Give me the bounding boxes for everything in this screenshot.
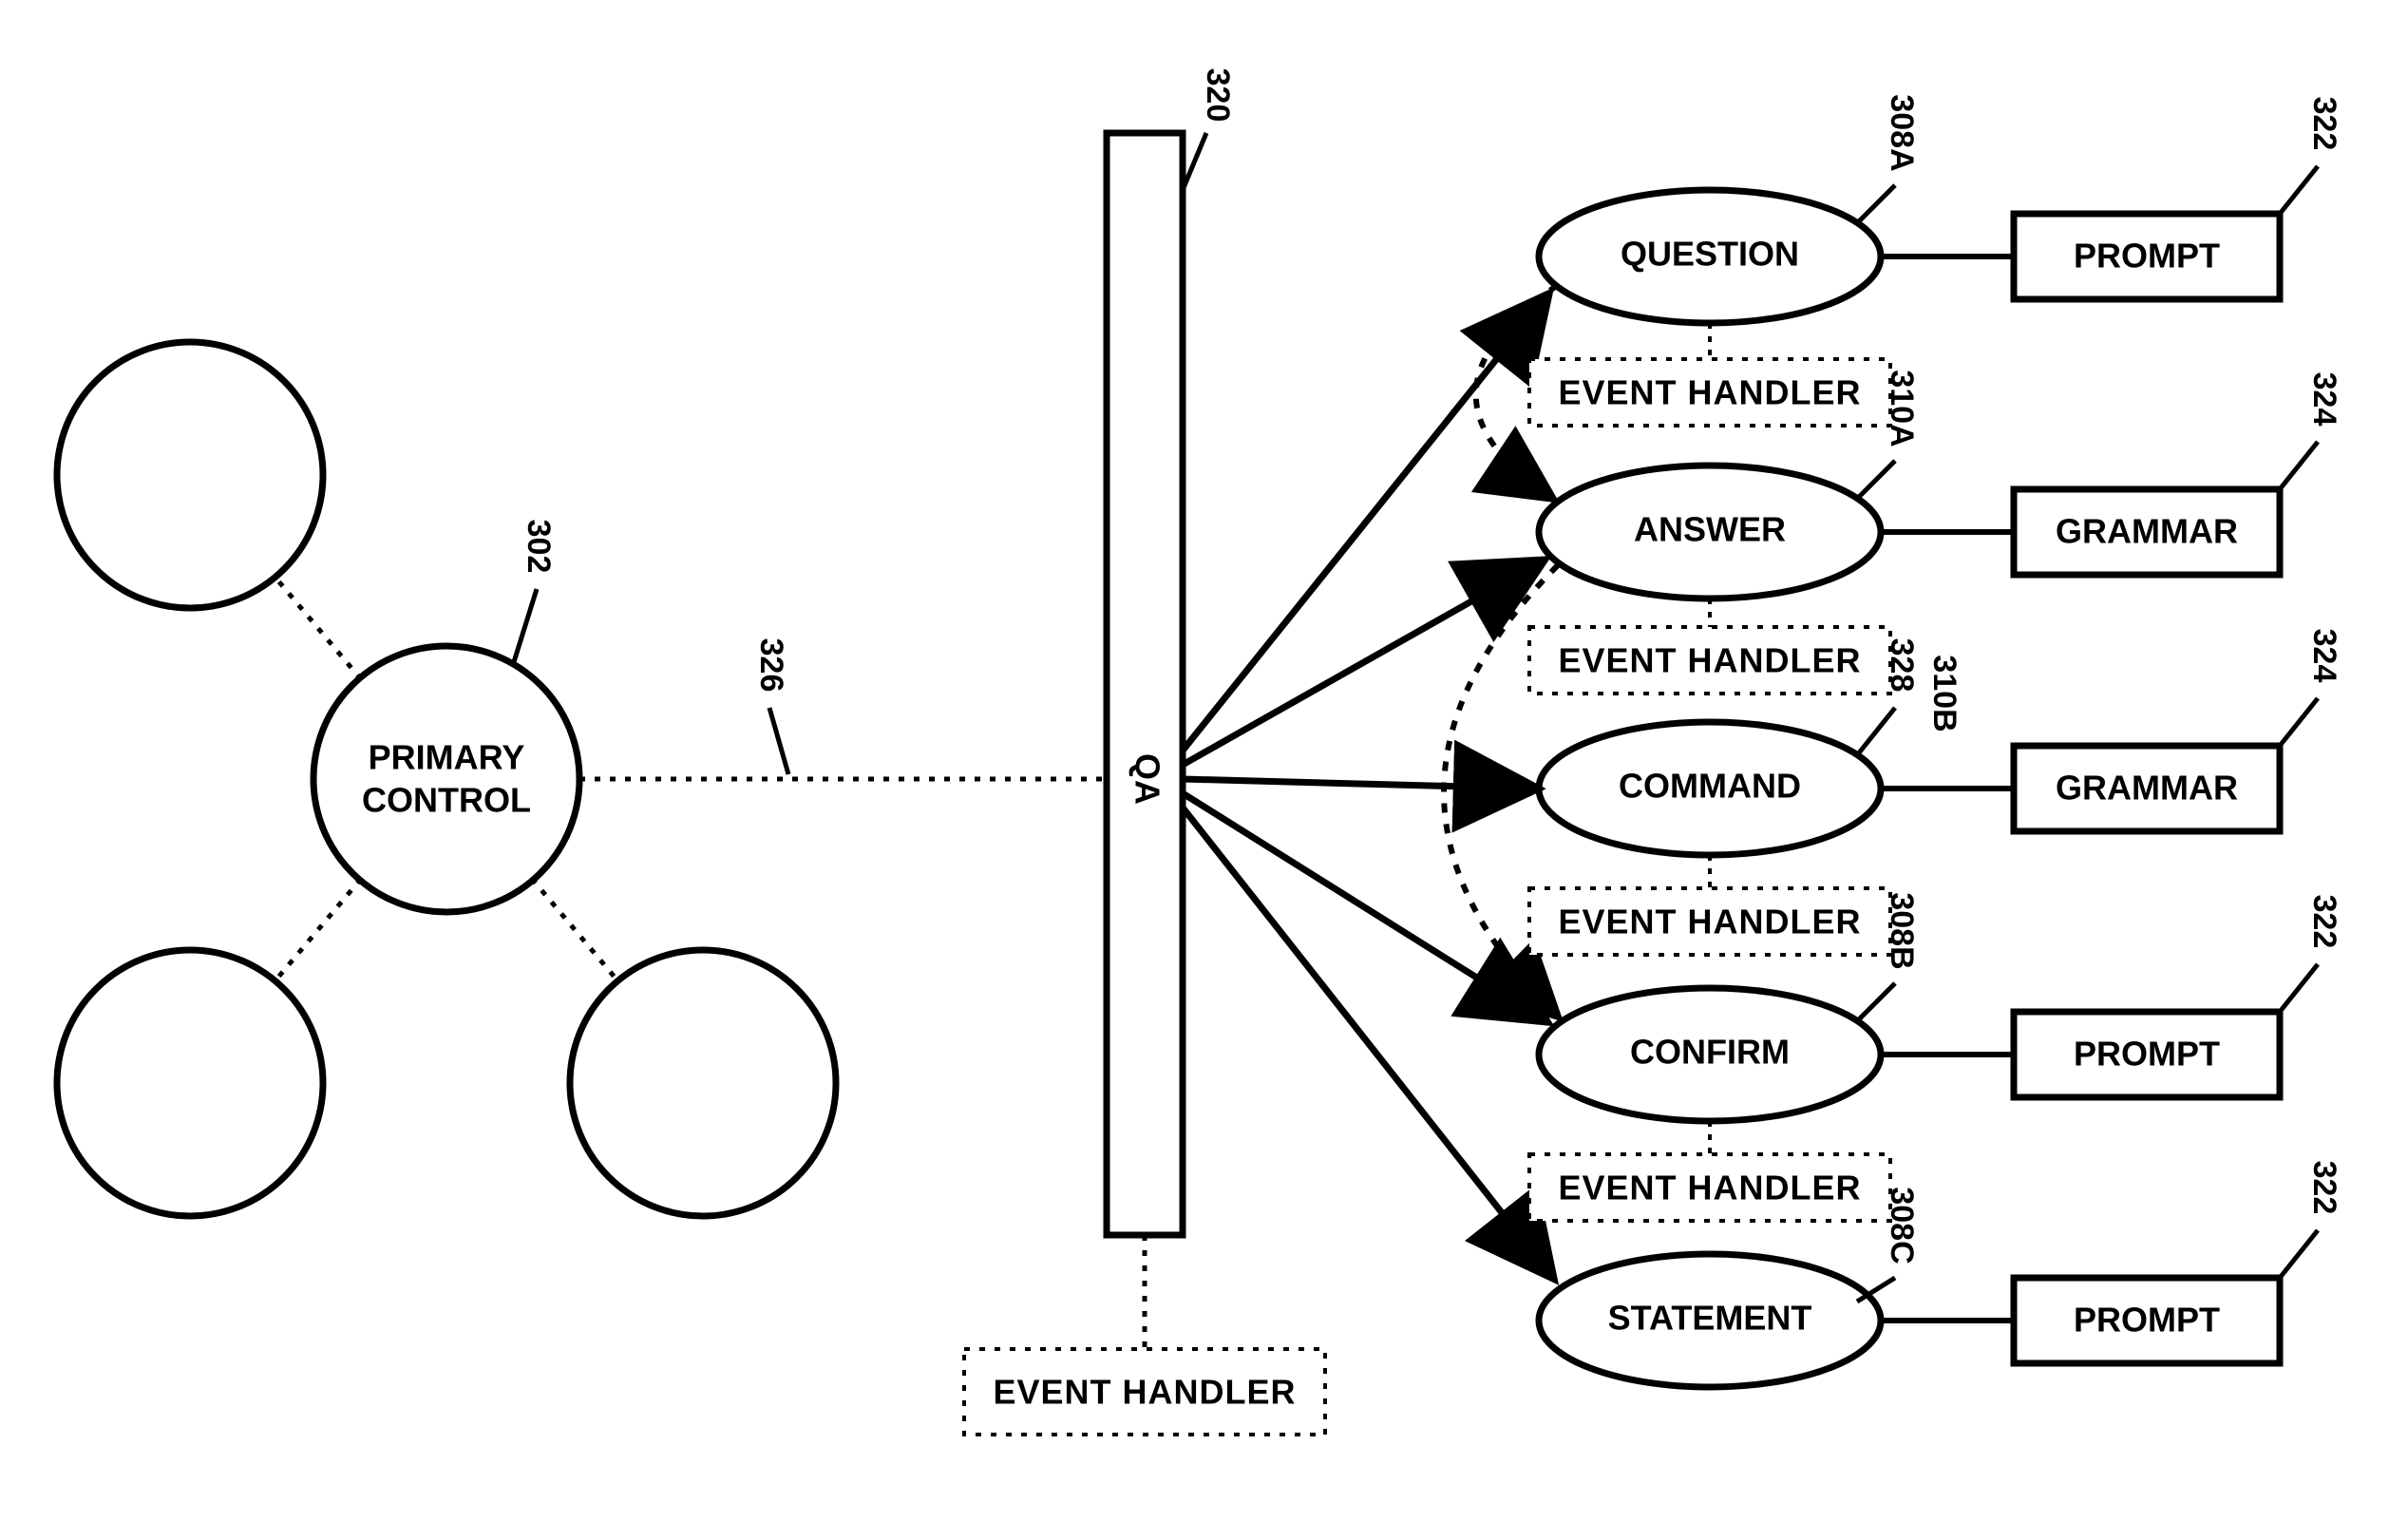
- ref-322-3: 322: [2306, 1161, 2342, 1215]
- grammar-box-2-label: GRAMMAR: [2056, 769, 2238, 808]
- grammar-box-1-label: GRAMMAR: [2056, 512, 2238, 551]
- ref-302-leader: [513, 589, 537, 665]
- event-handler-3-label: EVENT HANDLER: [1558, 903, 1861, 941]
- ref-328: 328: [1884, 638, 1920, 693]
- event-handler-4-label: EVENT HANDLER: [1558, 1169, 1861, 1207]
- qa-to-question: [1183, 295, 1548, 751]
- diagram-canvas: PRIMARY CONTROL 302 326 QA 320 EVENT HAN…: [0, 0, 2408, 1540]
- ref-310B: 310B: [1926, 655, 1962, 732]
- qa-to-command: [1183, 779, 1537, 789]
- ref-324-2: 324: [2306, 629, 2342, 683]
- empty-circle-2: [57, 950, 323, 1216]
- ref-308B: 308B: [1884, 892, 1920, 969]
- qa-to-confirm: [1183, 793, 1546, 1021]
- qa-node: [1107, 133, 1183, 1235]
- pc-to-c2: [275, 879, 361, 980]
- ref-328-leader: [1857, 708, 1895, 755]
- ref-320: 320: [1200, 68, 1236, 123]
- ref-302: 302: [521, 520, 557, 574]
- primary-control-label-1: PRIMARY: [369, 738, 525, 777]
- primary-control-label-2: CONTROL: [362, 781, 531, 820]
- prompt-box-3-label: PROMPT: [2074, 1301, 2220, 1340]
- qa-event-handler-label: EVENT HANDLER: [993, 1373, 1296, 1412]
- ref-322-2-leader: [2280, 964, 2318, 1012]
- qa-to-answer: [1183, 561, 1544, 765]
- ref-320-leader: [1183, 133, 1206, 190]
- ref-322-1-leader: [2280, 166, 2318, 214]
- ref-310A-leader: [1857, 461, 1895, 499]
- event-handler-1-label: EVENT HANDLER: [1558, 373, 1861, 412]
- pc-to-c1: [275, 578, 361, 679]
- prompt-box-1-label: PROMPT: [2074, 237, 2220, 276]
- prompt-box-2-label: PROMPT: [2074, 1035, 2220, 1074]
- ref-310A: 310A: [1884, 370, 1920, 447]
- confirm-label: CONFIRM: [1630, 1033, 1790, 1072]
- ref-324-1-leader: [2280, 442, 2318, 489]
- statement-label: STATEMENT: [1608, 1299, 1812, 1338]
- empty-circle-1: [57, 342, 323, 608]
- primary-control-node: [313, 646, 579, 912]
- ref-308A: 308A: [1884, 94, 1920, 171]
- ref-308A-leader: [1857, 185, 1895, 223]
- answer-label: ANSWER: [1634, 510, 1786, 549]
- event-handler-2-label: EVENT HANDLER: [1558, 641, 1861, 680]
- ref-326: 326: [753, 638, 789, 693]
- empty-circle-3: [570, 950, 836, 1216]
- qa-to-statement: [1183, 808, 1553, 1278]
- command-label: COMMAND: [1619, 767, 1801, 806]
- ref-324-2-leader: [2280, 698, 2318, 746]
- qa-label: QA: [1128, 753, 1166, 805]
- ref-326-leader: [769, 708, 788, 774]
- ref-324-1: 324: [2306, 372, 2342, 427]
- ref-308B-leader: [1857, 983, 1895, 1021]
- ref-322-2: 322: [2306, 895, 2342, 949]
- question-label: QUESTION: [1621, 235, 1799, 274]
- ref-308C: 308C: [1884, 1187, 1920, 1264]
- ref-322-1: 322: [2306, 97, 2342, 151]
- pc-to-c3: [532, 879, 617, 980]
- ref-322-3-leader: [2280, 1230, 2318, 1278]
